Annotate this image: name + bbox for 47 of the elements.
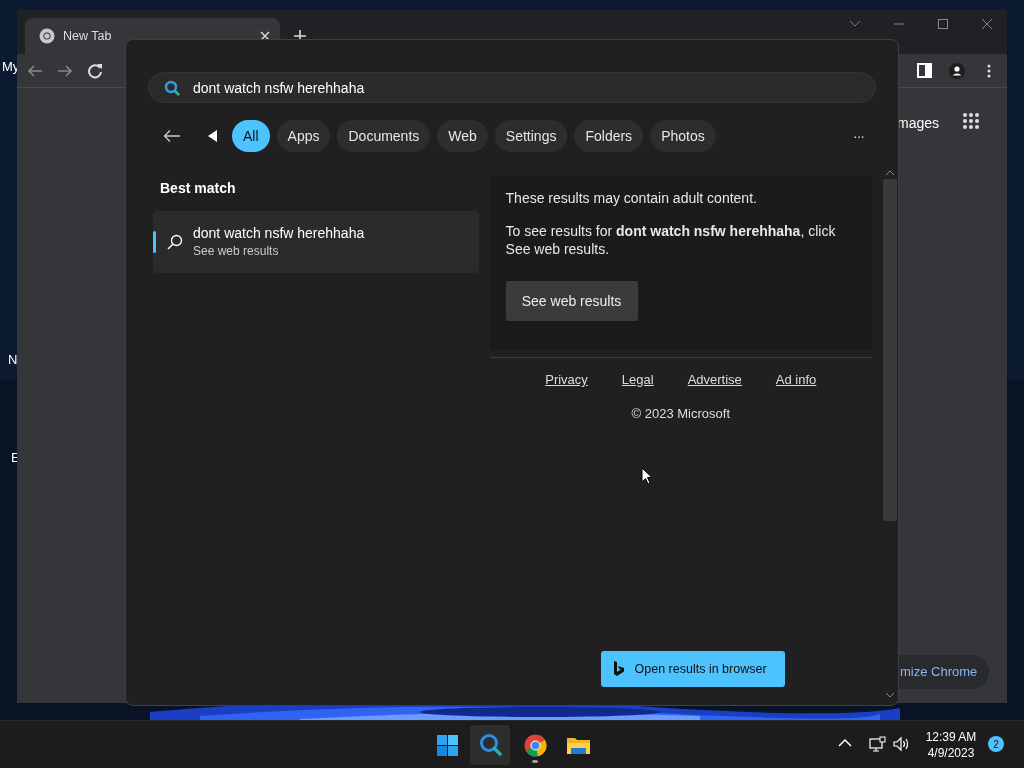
footer-link[interactable]: Legal [621,370,654,390]
search-icon [167,234,183,250]
see-web-results-button[interactable]: See web results [505,281,638,321]
customize-chrome-button[interactable]: mize Chrome [899,655,989,689]
scroll-down-icon[interactable] [885,692,895,699]
tab-title: New Tab [63,27,113,45]
volume-icon[interactable] [893,736,910,752]
chrome-icon [522,732,548,758]
footer-link[interactable]: Privacy [545,370,588,390]
copyright-text: © 2023 Microsoft [630,404,731,423]
search-button[interactable] [470,725,510,765]
apps-grid-icon[interactable] [963,113,979,129]
scroll-up-icon[interactable] [885,170,895,176]
notice-text: These results may contain adult content. [505,189,758,207]
network-icon[interactable] [869,736,886,752]
filter-tab[interactable]: Settings [494,120,568,152]
section-heading: Best match [160,179,237,198]
filter-tab[interactable]: Photos [650,120,716,152]
footer-link[interactable]: Advertise [687,370,742,390]
more-options-button[interactable]: ··· [853,125,864,147]
back-icon[interactable] [163,129,181,143]
forward-icon[interactable] [57,62,73,79]
filter-tab[interactable]: Apps [276,120,331,152]
filter-tab[interactable]: Folders [574,120,644,152]
footer-link[interactable]: Ad info [775,370,817,390]
chrome-icon [39,28,55,44]
search-field[interactable]: dont watch nsfw herehhaha [148,72,876,103]
cursor-icon [641,467,653,485]
search-icon [164,80,180,96]
profile-icon[interactable] [949,62,965,79]
back-icon[interactable] [27,62,43,79]
side-panel-icon[interactable] [917,62,933,79]
notice-text: To see results for dont watch nsfw herehhaha, click See web results. [505,222,837,258]
filter-tab[interactable]: All [232,120,270,152]
maximize-icon[interactable] [937,18,949,30]
reload-icon[interactable] [87,62,103,79]
filter-tab[interactable]: Documents [337,120,431,152]
best-match-result[interactable]: dont watch nsfw herehhaha See web results [153,211,479,273]
scroll-left-icon[interactable] [208,130,217,142]
start-icon [434,732,460,758]
bing-icon [612,661,625,677]
search-icon [477,732,503,758]
open-in-browser-button[interactable]: Open results in browser [600,651,785,687]
filter-tab[interactable]: Web [437,120,488,152]
selection-indicator [153,231,156,253]
clock[interactable]: 12:39 AM 4/9/2023 [918,729,984,761]
desktop-icon-label[interactable]: N [8,353,18,366]
